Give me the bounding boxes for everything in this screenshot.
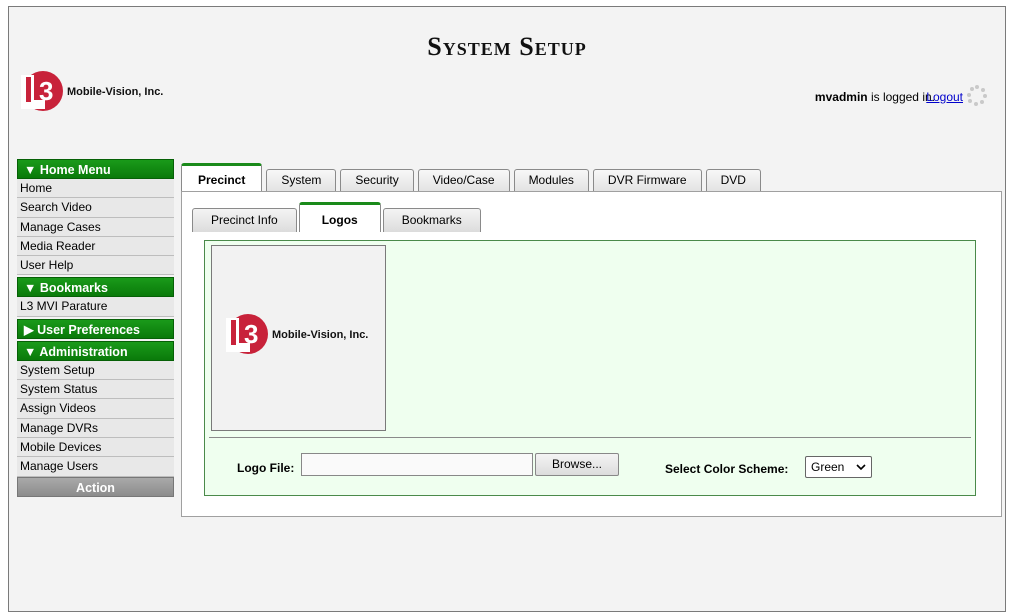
sidebar-item-mobile-devices[interactable]: Mobile Devices bbox=[17, 437, 174, 458]
sidebar-item-media-reader[interactable]: Media Reader bbox=[17, 236, 174, 257]
tab-precinct-info[interactable]: Precinct Info bbox=[192, 208, 297, 232]
sidebar-item-manage-users[interactable]: Manage Users bbox=[17, 457, 174, 477]
app-frame: System Setup 3 Mobile-Vision, Inc. mvadm… bbox=[8, 6, 1006, 612]
tab-dvd[interactable]: DVD bbox=[705, 169, 761, 192]
sidebar: ▼ Home Menu Home Search Video Manage Cas… bbox=[17, 159, 174, 497]
color-scheme-select[interactable]: Green bbox=[805, 456, 872, 478]
tab-video-case[interactable]: Video/Case bbox=[417, 169, 510, 192]
logo-settings-panel: 3 Mobile-Vision, Inc. Logo File: Browse.… bbox=[204, 240, 976, 496]
browse-button[interactable]: Browse... bbox=[535, 453, 619, 476]
l3-logo-icon: 3 bbox=[17, 69, 63, 115]
home-menu-header[interactable]: ▼ Home Menu bbox=[17, 159, 174, 179]
user-preferences-header[interactable]: ▶ User Preferences bbox=[17, 318, 174, 339]
tab-bookmarks[interactable]: Bookmarks bbox=[382, 208, 481, 232]
loading-spinner-icon bbox=[967, 85, 987, 106]
tab-precinct[interactable]: Precinct bbox=[181, 163, 263, 192]
color-scheme-value: Green bbox=[811, 460, 845, 474]
sidebar-item-assign-videos[interactable]: Assign Videos bbox=[17, 399, 174, 419]
sidebar-item-system-setup[interactable]: System Setup bbox=[17, 360, 174, 381]
action-header[interactable]: Action bbox=[17, 476, 174, 497]
sub-tab-bar: Precinct Info Logos Bookmarks bbox=[192, 202, 483, 232]
logo-file-label: Logo File: bbox=[237, 461, 295, 475]
header-logo: 3 Mobile-Vision, Inc. bbox=[17, 69, 163, 115]
tab-security[interactable]: Security bbox=[340, 169, 414, 192]
logo-company-name: Mobile-Vision, Inc. bbox=[272, 329, 369, 341]
tab-modules[interactable]: Modules bbox=[513, 169, 589, 192]
logo-file-input[interactable] bbox=[301, 453, 533, 476]
login-status: mvadmin is logged in. bbox=[815, 90, 935, 104]
sidebar-item-l3-mvi-parature[interactable]: L3 MVI Parature bbox=[17, 297, 174, 317]
logout-link[interactable]: Logout bbox=[926, 90, 963, 104]
tab-system[interactable]: System bbox=[266, 169, 337, 192]
sidebar-item-search-video[interactable]: Search Video bbox=[17, 198, 174, 218]
logo-company-name: Mobile-Vision, Inc. bbox=[67, 86, 164, 98]
chevron-down-icon bbox=[856, 464, 866, 471]
main-panel: Precinct Info Logos Bookmarks 3 Mobile-V… bbox=[181, 191, 1002, 517]
tab-dvr-firmware[interactable]: DVR Firmware bbox=[592, 169, 702, 192]
sidebar-item-system-status[interactable]: System Status bbox=[17, 380, 174, 400]
login-status-text: is logged in. bbox=[867, 90, 935, 104]
sidebar-item-manage-dvrs[interactable]: Manage DVRs bbox=[17, 418, 174, 438]
tab-logos[interactable]: Logos bbox=[298, 202, 381, 232]
logo-preview: 3 Mobile-Vision, Inc. bbox=[211, 245, 386, 431]
main-tab-bar: Precinct System Security Video/Case Modu… bbox=[181, 162, 765, 192]
sidebar-item-manage-cases[interactable]: Manage Cases bbox=[17, 217, 174, 237]
preview-logo: 3 Mobile-Vision, Inc. bbox=[222, 312, 368, 358]
color-scheme-label: Select Color Scheme: bbox=[665, 462, 789, 476]
bookmarks-header[interactable]: ▼ Bookmarks bbox=[17, 277, 174, 298]
sidebar-item-home[interactable]: Home bbox=[17, 179, 174, 199]
divider bbox=[209, 437, 971, 438]
l3-logo-icon: 3 bbox=[222, 312, 268, 358]
page-title: System Setup bbox=[427, 32, 587, 61]
username: mvadmin bbox=[814, 90, 868, 104]
sidebar-item-user-help[interactable]: User Help bbox=[17, 256, 174, 276]
administration-header[interactable]: ▼ Administration bbox=[17, 340, 174, 361]
